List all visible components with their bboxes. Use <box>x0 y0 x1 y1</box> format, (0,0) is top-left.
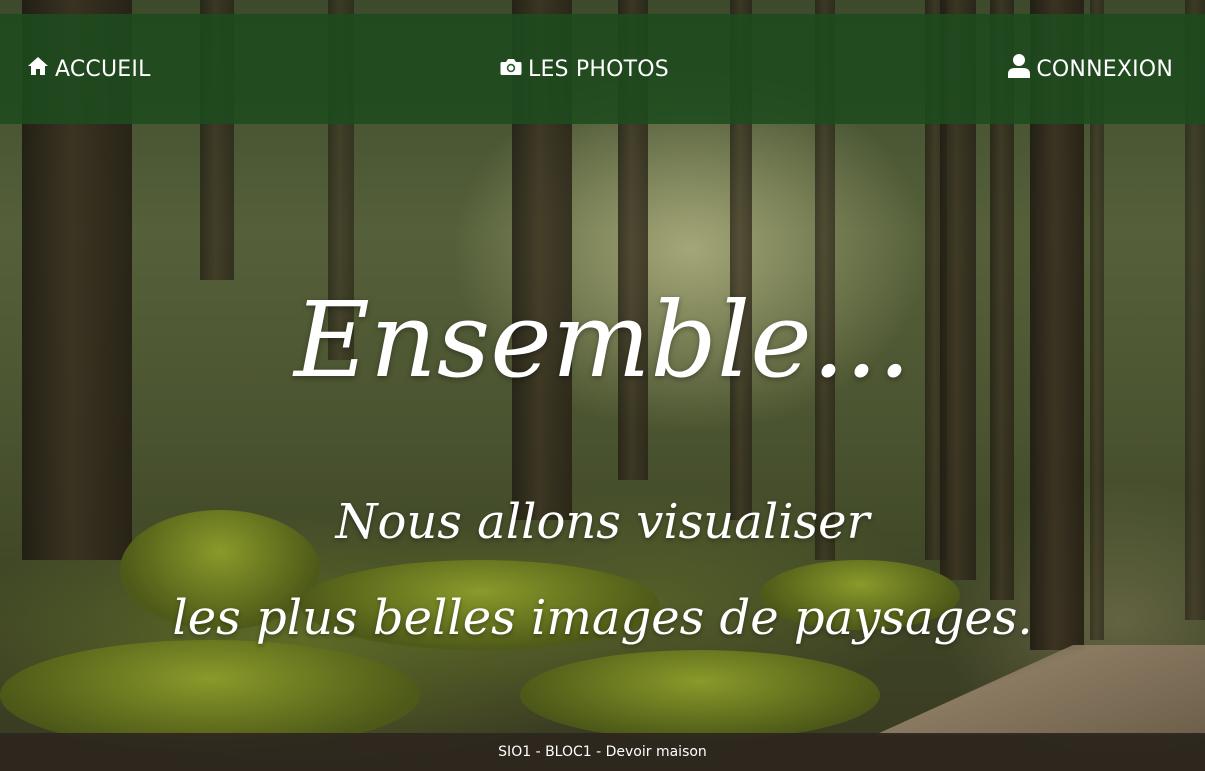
nav-home-label: ACCUEIL <box>55 56 151 82</box>
forest-path <box>875 645 1205 735</box>
hero-title: Ensemble... <box>294 279 911 401</box>
nav-login-label: CONNEXION <box>1036 56 1173 82</box>
hero-subtitle-line-2: les plus belles images de paysages. <box>172 590 1033 646</box>
page: ACCUEIL LES PHOTOS CONNEXION Ensemble...… <box>0 0 1205 771</box>
user-icon <box>1008 53 1036 85</box>
hero-subtitle-line-1: Nous allons visualiser <box>335 494 870 550</box>
nav-link-photos[interactable]: LES PHOTOS <box>500 14 669 124</box>
nav-photos-label: LES PHOTOS <box>528 56 669 82</box>
nav-link-home[interactable]: ACCUEIL <box>27 14 151 124</box>
home-icon <box>27 56 55 82</box>
camera-icon <box>500 57 528 82</box>
nav-link-login[interactable]: CONNEXION <box>1008 14 1173 124</box>
top-navbar: ACCUEIL LES PHOTOS CONNEXION <box>0 14 1205 124</box>
page-footer: SIO1 - BLOC1 - Devoir maison <box>0 733 1205 771</box>
footer-text: SIO1 - BLOC1 - Devoir maison <box>498 744 707 760</box>
